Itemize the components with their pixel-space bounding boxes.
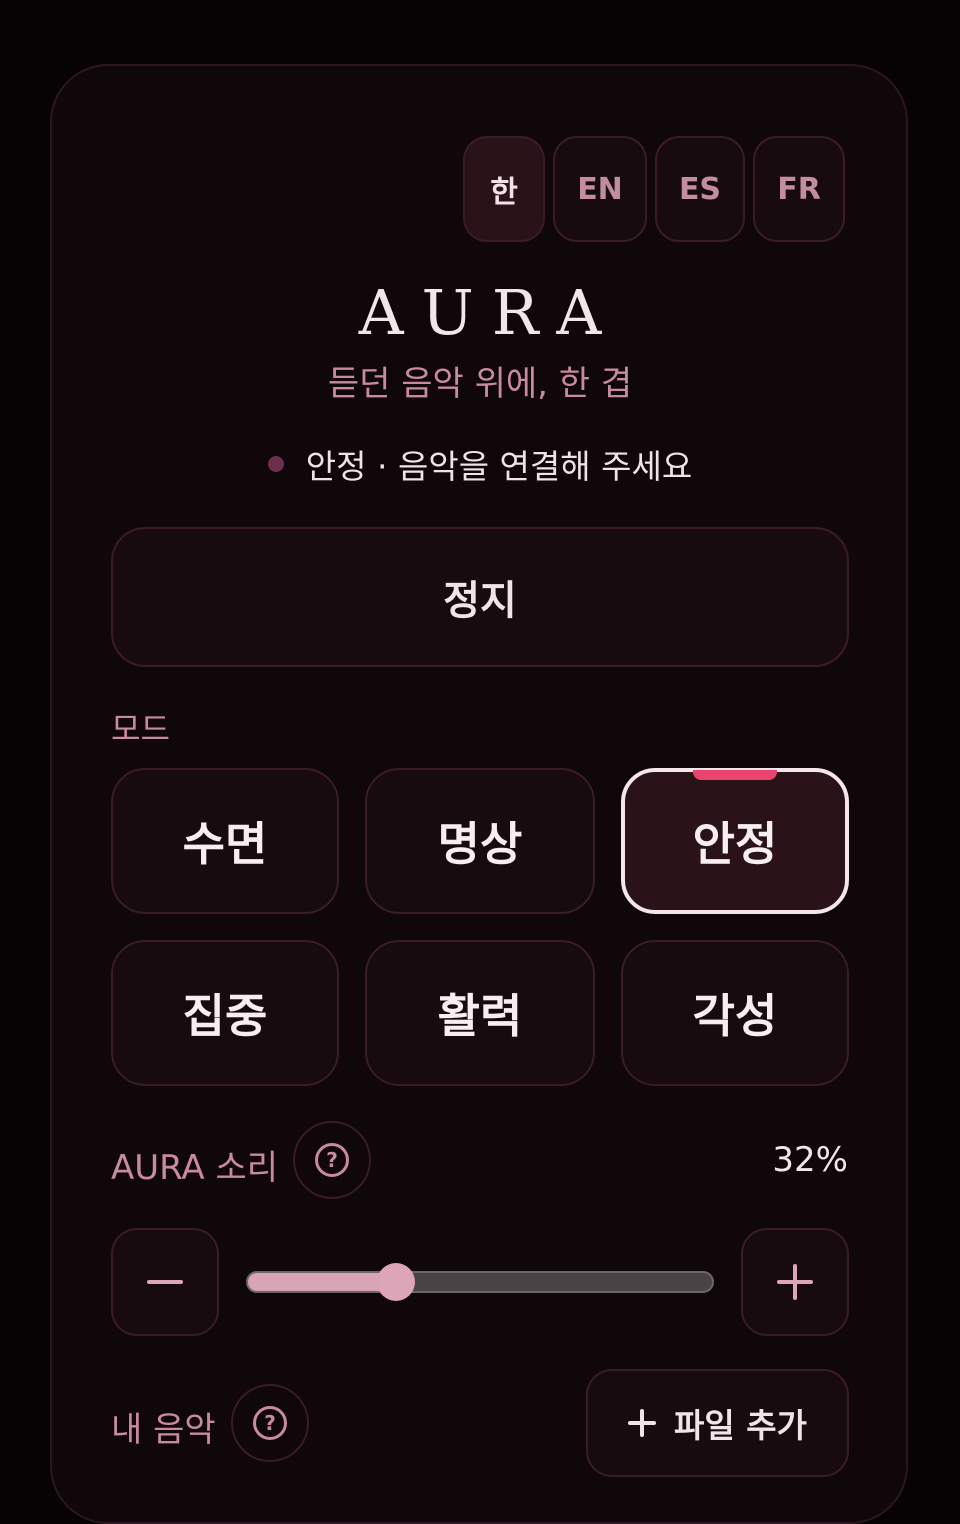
question-circle-icon: ?	[253, 1406, 287, 1440]
mode-button-sleep[interactable]: 수면	[111, 768, 339, 914]
mode-button-alert[interactable]: 각성	[621, 940, 849, 1086]
volume-slider[interactable]	[246, 1263, 714, 1301]
my-music-label: 내 음악	[111, 1410, 216, 1450]
app-title: AURA	[358, 276, 620, 349]
mode-label: 각성	[692, 989, 778, 1043]
volume-slider-thumb[interactable]	[377, 1263, 416, 1301]
stop-button[interactable]: 정지	[111, 527, 849, 667]
mode-grid: 수면 명상 안정 집중 활력 각성	[111, 768, 849, 1086]
volume-slider-fill	[248, 1273, 397, 1291]
volume-value: 32%	[772, 1140, 848, 1180]
mode-button-energy[interactable]: 활력	[365, 940, 595, 1086]
minus-icon	[147, 1280, 183, 1284]
status-dot-icon	[267, 456, 284, 472]
lang-button-en[interactable]: EN	[553, 136, 647, 242]
add-file-button[interactable]: 파일 추가	[586, 1369, 849, 1477]
active-indicator	[693, 770, 777, 780]
volume-increase-button[interactable]	[741, 1228, 849, 1336]
language-selector: 한 EN ES FR	[463, 136, 845, 242]
mode-button-focus[interactable]: 집중	[111, 940, 339, 1086]
mode-label: 명상	[437, 817, 523, 871]
plus-icon	[777, 1264, 813, 1300]
lang-button-ko[interactable]: 한	[463, 136, 545, 242]
mode-button-calm[interactable]: 안정	[621, 768, 849, 914]
mode-button-meditation[interactable]: 명상	[365, 768, 595, 914]
status-text: 안정 · 음악을 연결해 주세요	[305, 447, 693, 486]
mode-section-label: 모드	[111, 710, 170, 748]
volume-help-button[interactable]: ?	[293, 1121, 371, 1199]
status-line: 안정 · 음악을 연결해 주세요	[0, 440, 960, 488]
lang-button-es[interactable]: ES	[655, 136, 745, 242]
my-music-help-button[interactable]: ?	[231, 1384, 309, 1462]
question-circle-icon: ?	[315, 1143, 349, 1177]
volume-decrease-button[interactable]	[111, 1228, 219, 1336]
mode-label: 수면	[182, 817, 268, 871]
mode-label: 안정	[692, 817, 778, 871]
add-file-label: 파일 추가	[674, 1406, 807, 1445]
mode-label: 활력	[437, 989, 523, 1043]
lang-button-fr[interactable]: FR	[753, 136, 845, 242]
app-subtitle: 듣던 음악 위에, 한 겹	[327, 364, 633, 404]
plus-icon	[628, 1409, 657, 1437]
mode-label: 집중	[182, 989, 268, 1043]
volume-label: AURA 소리	[111, 1148, 279, 1188]
